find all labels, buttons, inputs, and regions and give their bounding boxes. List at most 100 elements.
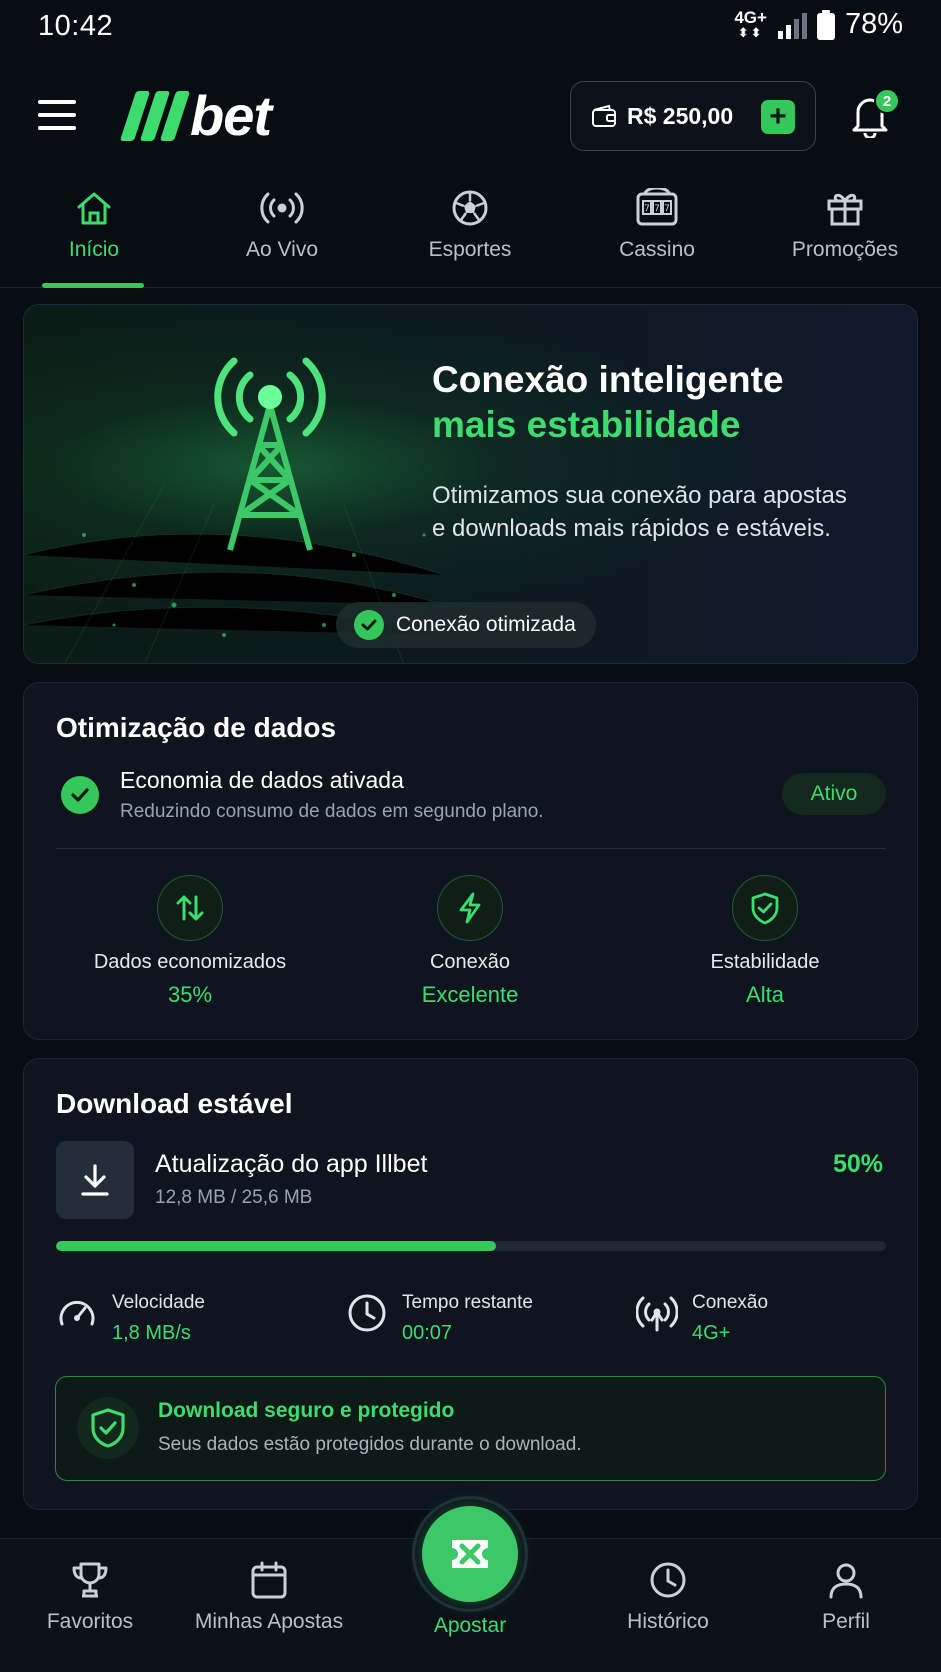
bet-ticket-icon <box>452 1540 488 1568</box>
divider <box>56 848 886 849</box>
nav-label: Minhas Apostas <box>194 1610 344 1633</box>
banner-title: Conexão inteligente <box>432 359 784 400</box>
metric-value: 1,8 MB/s <box>112 1322 191 1344</box>
menu-icon-line <box>38 126 76 130</box>
stat-label: Dados economizados <box>93 951 287 973</box>
user-icon <box>829 1563 863 1599</box>
svg-text:7: 7 <box>664 204 670 214</box>
nav-label: Apostar <box>433 1614 507 1637</box>
stat-stability: Estabilidade Alta <box>665 875 865 1008</box>
nav-favoritos[interactable]: Favoritos <box>0 1560 185 1634</box>
tab-esportes[interactable]: Esportes <box>390 188 550 262</box>
signal-icon <box>777 12 807 39</box>
nav-minhas-apostas[interactable]: Minhas Apostas <box>174 1560 364 1634</box>
status-badge[interactable]: Ativo <box>782 773 886 815</box>
data-saver-subtitle: Reduzindo consumo de dados em segundo pl… <box>120 801 544 822</box>
logo-bars-mark <box>119 91 191 141</box>
stat-data-saved: Dados economizados 35% <box>90 875 290 1008</box>
network-type: 4G+ <box>734 7 767 27</box>
notification-badge: 2 <box>874 88 900 114</box>
network-indicator: 4G+ ⬍⬍ <box>734 7 767 40</box>
data-saver-title: Economia de dados ativada <box>120 767 404 793</box>
lightning-icon <box>437 875 503 941</box>
signal-tower-icon <box>636 1296 678 1332</box>
wallet-amount: R$ 250,00 <box>627 102 734 129</box>
metric-value: 00:07 <box>402 1322 453 1344</box>
clock-icon <box>348 1294 386 1332</box>
metric-value: 4G+ <box>692 1322 731 1344</box>
shield-check-icon <box>77 1397 139 1459</box>
secure-subtitle: Seus dados estão protegidos durante o do… <box>158 1434 582 1455</box>
card-title: Download estável <box>56 1088 293 1119</box>
download-progress-bar <box>56 1241 886 1251</box>
nav-perfil[interactable]: Perfil <box>751 1560 941 1634</box>
wallet-icon <box>592 104 616 127</box>
tab-label: Cassino <box>619 238 695 261</box>
connection-status-badge: Conexão otimizada <box>336 602 596 648</box>
status-time: 10:42 <box>38 10 114 42</box>
speedometer-icon <box>59 1301 95 1326</box>
nav-label: Perfil <box>822 1610 870 1633</box>
stat-value: Alta <box>746 982 784 1007</box>
tab-label: Esportes <box>428 238 512 261</box>
live-broadcast-icon <box>260 192 304 224</box>
banner-title-highlight: mais estabilidade <box>432 404 741 445</box>
top-navigation: Início Ao Vivo Esportes 7 7 7 Cassino Pr… <box>0 188 941 288</box>
clock-icon <box>650 1562 686 1598</box>
battery-icon <box>816 9 835 40</box>
download-title: Atualização do app Illbet <box>155 1150 428 1178</box>
banner-description: Otimizamos sua conexão para apostas e do… <box>432 482 847 542</box>
tab-label: Promoções <box>791 238 899 261</box>
network-arrows-icon: ⬍⬍ <box>737 24 764 40</box>
nav-label: Histórico <box>627 1610 709 1633</box>
tab-promocoes[interactable]: Promoções <box>765 188 925 262</box>
secure-title: Download seguro e protegido <box>158 1399 455 1422</box>
badge-label: Conexão otimizada <box>396 613 576 636</box>
metric-label: Conexão <box>692 1292 769 1313</box>
tab-cassino[interactable]: 7 7 7 Cassino <box>577 188 737 262</box>
wallet-balance-button[interactable]: R$ 250,00 + <box>570 81 816 151</box>
stat-connection: Conexão Excelente <box>370 875 570 1008</box>
tab-label: Ao Vivo <box>246 238 318 261</box>
home-icon <box>77 192 111 225</box>
status-indicators: 4G+ ⬍⬍ 78% <box>734 8 903 41</box>
svg-text:7: 7 <box>654 204 660 214</box>
secure-download-notice <box>55 1376 886 1481</box>
tab-inicio[interactable]: Início <box>14 188 174 262</box>
gift-icon <box>827 193 863 226</box>
metric-time-remaining: Tempo restante 00:07 <box>346 1292 533 1345</box>
nav-historico[interactable]: Histórico <box>573 1560 763 1634</box>
signal-tower-illustration <box>214 357 326 551</box>
check-icon <box>61 776 99 814</box>
soccer-ball-icon <box>452 190 488 226</box>
shield-check-icon <box>732 875 798 941</box>
battery-percentage: 78% <box>844 8 903 40</box>
metric-connection: Conexão 4G+ <box>636 1292 768 1345</box>
brand-logo[interactable]: bet <box>119 84 272 147</box>
trophy-icon <box>72 1562 108 1598</box>
metric-speed: Velocidade 1,8 MB/s <box>56 1292 205 1345</box>
tab-ao-vivo[interactable]: Ao Vivo <box>202 188 362 262</box>
menu-icon-line <box>38 113 76 117</box>
active-tab-indicator <box>42 283 144 288</box>
metric-label: Tempo restante <box>402 1292 533 1313</box>
check-icon <box>354 610 384 640</box>
arrows-up-down-icon <box>157 875 223 941</box>
download-icon <box>56 1141 134 1219</box>
tab-label: Início <box>68 238 120 261</box>
menu-button[interactable] <box>38 100 76 130</box>
stat-value: Excelente <box>421 982 519 1007</box>
calendar-icon <box>251 1561 287 1599</box>
stat-label: Estabilidade <box>710 951 820 973</box>
add-funds-button[interactable]: + <box>761 100 795 134</box>
card-title: Otimização de dados <box>56 712 337 743</box>
logo-text: bet <box>190 84 272 147</box>
metric-label: Velocidade <box>112 1292 205 1313</box>
progress-fill <box>56 1241 496 1251</box>
svg-text:7: 7 <box>644 204 650 214</box>
download-percentage: 50% <box>833 1150 884 1178</box>
place-bet-button[interactable] <box>422 1506 518 1602</box>
stat-label: Conexão <box>429 951 511 973</box>
download-size: 12,8 MB / 25,6 MB <box>155 1187 313 1208</box>
slot-machine-icon: 7 7 7 <box>636 188 678 226</box>
